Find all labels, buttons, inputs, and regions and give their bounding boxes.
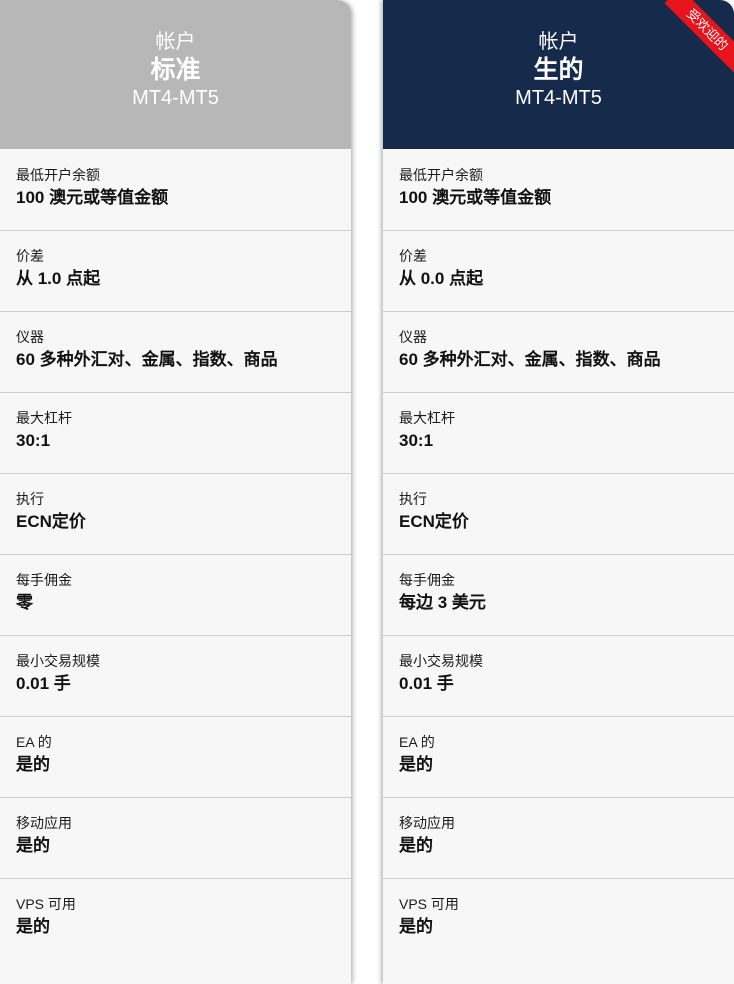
account-name: 标准 (150, 56, 201, 84)
feature-value: 是的 (399, 917, 433, 936)
feature-row-min-trade-size: 最小交易规模 0.01 手 (383, 635, 734, 716)
card-header-raw: 受欢迎的 帐户 生的 MT4-MT5 (383, 0, 734, 149)
card-header-standard: 帐户 标准 MT4-MT5 (0, 0, 351, 149)
feature-row-vps: VPS 可用 是的 (0, 878, 351, 959)
feature-value: 100 澳元或等值金额 (399, 188, 552, 207)
feature-row-ea: EA 的 是的 (0, 716, 351, 797)
feature-row-instruments: 仪器 60 多种外汇对、金属、指数、商品 (383, 311, 734, 392)
feature-row-min-deposit: 最低开户余额 100 澳元或等值金额 (0, 149, 351, 230)
feature-list-standard: 最低开户余额 100 澳元或等值金额 价差 从 1.0 点起 仪器 60 多种外… (0, 149, 351, 959)
feature-value: 0.01 手 (16, 674, 71, 693)
feature-label: 移动应用 (399, 815, 455, 831)
feature-value: 从 0.0 点起 (399, 269, 484, 288)
feature-value: 60 多种外汇对、金属、指数、商品 (16, 350, 278, 369)
feature-label: VPS 可用 (16, 896, 76, 912)
account-platform: MT4-MT5 (132, 87, 219, 109)
account-card-standard: 帐户 标准 MT4-MT5 最低开户余额 100 澳元或等值金额 价差 从 1.… (0, 0, 351, 984)
feature-value: 是的 (16, 755, 50, 774)
feature-value: 是的 (16, 917, 50, 936)
feature-row-commission: 每手佣金 零 (0, 554, 351, 635)
feature-value: 是的 (399, 836, 433, 855)
feature-label: 价差 (16, 248, 44, 264)
feature-label: 最大杠杆 (399, 410, 455, 426)
feature-row-max-leverage: 最大杠杆 30:1 (0, 392, 351, 473)
account-label: 帐户 (155, 31, 196, 53)
feature-value: 0.01 手 (399, 674, 454, 693)
feature-label: 最低开户余额 (399, 167, 483, 183)
feature-value: 60 多种外汇对、金属、指数、商品 (399, 350, 661, 369)
feature-row-vps: VPS 可用 是的 (383, 878, 734, 959)
feature-row-commission: 每手佣金 每边 3 美元 (383, 554, 734, 635)
feature-value: 零 (16, 593, 33, 612)
feature-label: 最小交易规模 (16, 653, 100, 669)
feature-label: EA 的 (16, 734, 52, 750)
account-card-raw: 受欢迎的 帐户 生的 MT4-MT5 最低开户余额 100 澳元或等值金额 价差… (383, 0, 734, 984)
feature-label: 移动应用 (16, 815, 72, 831)
account-comparison: 帐户 标准 MT4-MT5 最低开户余额 100 澳元或等值金额 价差 从 1.… (0, 0, 734, 984)
feature-row-ea: EA 的 是的 (383, 716, 734, 797)
feature-row-mobile-app: 移动应用 是的 (383, 797, 734, 878)
feature-row-min-trade-size: 最小交易规模 0.01 手 (0, 635, 351, 716)
feature-value: ECN定价 (16, 512, 86, 531)
feature-label: 价差 (399, 248, 427, 264)
account-name: 生的 (533, 56, 584, 84)
feature-row-execution: 执行 ECN定价 (0, 473, 351, 554)
feature-value: 是的 (399, 755, 433, 774)
feature-label: 仪器 (399, 329, 427, 345)
feature-row-spread: 价差 从 1.0 点起 (0, 230, 351, 311)
feature-value: 从 1.0 点起 (16, 269, 101, 288)
feature-value: 每边 3 美元 (399, 593, 486, 612)
account-platform: MT4-MT5 (515, 87, 602, 109)
feature-label: 仪器 (16, 329, 44, 345)
feature-label: 最大杠杆 (16, 410, 72, 426)
feature-value: 30:1 (16, 431, 51, 450)
feature-label: VPS 可用 (399, 896, 459, 912)
feature-row-max-leverage: 最大杠杆 30:1 (383, 392, 734, 473)
feature-row-mobile-app: 移动应用 是的 (0, 797, 351, 878)
feature-row-instruments: 仪器 60 多种外汇对、金属、指数、商品 (0, 311, 351, 392)
account-label: 帐户 (538, 31, 579, 53)
feature-row-min-deposit: 最低开户余额 100 澳元或等值金额 (383, 149, 734, 230)
feature-label: 每手佣金 (16, 572, 72, 588)
feature-label: 每手佣金 (399, 572, 455, 588)
feature-list-raw: 最低开户余额 100 澳元或等值金额 价差 从 0.0 点起 仪器 60 多种外… (383, 149, 734, 959)
feature-value: 30:1 (399, 431, 434, 450)
feature-row-execution: 执行 ECN定价 (383, 473, 734, 554)
feature-row-spread: 价差 从 0.0 点起 (383, 230, 734, 311)
feature-label: 最低开户余额 (16, 167, 100, 183)
feature-label: 最小交易规模 (399, 653, 483, 669)
feature-label: 执行 (399, 491, 427, 507)
feature-label: 执行 (16, 491, 44, 507)
feature-value: 是的 (16, 836, 50, 855)
feature-value: ECN定价 (399, 512, 469, 531)
feature-value: 100 澳元或等值金额 (16, 188, 169, 207)
feature-label: EA 的 (399, 734, 435, 750)
